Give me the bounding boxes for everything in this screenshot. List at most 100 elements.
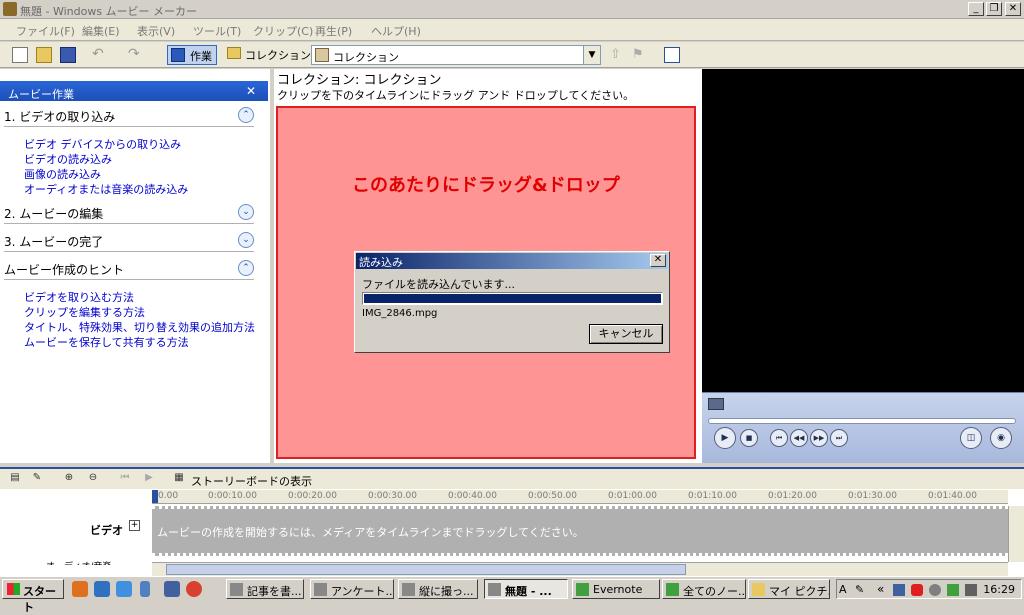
section-edit-label: 2. ムービーの編集 bbox=[4, 207, 104, 221]
link-import-audio[interactable]: オーディオまたは音楽の読み込み bbox=[24, 181, 188, 197]
timeline-horizontal-scrollbar[interactable] bbox=[152, 562, 1008, 576]
show-hidden-icons[interactable]: « bbox=[877, 582, 884, 596]
clock[interactable]: 16:29 bbox=[983, 583, 1015, 596]
cancel-button[interactable]: キャンセル bbox=[589, 324, 663, 344]
menu-help[interactable]: ヘルプ(H) bbox=[371, 23, 421, 39]
app-icon bbox=[402, 583, 415, 596]
start-button[interactable]: スタート bbox=[2, 579, 64, 614]
taskbar-item[interactable]: 記事を書... bbox=[226, 579, 304, 599]
close-icon[interactable]: ✕ bbox=[246, 84, 256, 98]
expand-track-icon[interactable]: + bbox=[129, 520, 140, 531]
tray-icon[interactable] bbox=[911, 584, 923, 596]
volume-icon[interactable] bbox=[965, 584, 977, 596]
forward-icon[interactable]: ▶▶ bbox=[810, 429, 828, 447]
play-timeline-icon[interactable]: ▶ bbox=[142, 472, 156, 486]
link-tip-capture[interactable]: ビデオを取り込む方法 bbox=[24, 289, 134, 305]
storyboard-toggle[interactable]: ストーリーボードの表示 bbox=[191, 473, 312, 489]
taskbar-item[interactable]: アンケート... bbox=[310, 579, 394, 599]
ie-icon[interactable] bbox=[116, 581, 132, 597]
chevron-up-icon[interactable]: ⌃ bbox=[238, 260, 254, 276]
rewind-icon[interactable]: ◀◀ bbox=[790, 429, 808, 447]
ime-indicator[interactable]: A bbox=[839, 583, 847, 596]
time-ruler[interactable]: 0.00 0:00:10.00 0:00:20.00 0:00:30.00 0:… bbox=[152, 490, 1008, 504]
new-collection-icon[interactable]: ⚑ bbox=[632, 47, 648, 63]
taskbar-item-label: マイ ピクチ... bbox=[769, 585, 829, 598]
link-import-pictures[interactable]: 画像の読み込み bbox=[24, 166, 101, 182]
link-import-video[interactable]: ビデオの読み込み bbox=[24, 151, 112, 167]
minimize-button[interactable]: _ bbox=[968, 2, 984, 16]
narrate-icon[interactable]: ✎ bbox=[30, 472, 44, 486]
tray-icon[interactable] bbox=[893, 584, 905, 596]
menu-file[interactable]: ファイル(F) bbox=[16, 23, 75, 39]
taskbar-item-active[interactable]: 無題 - ... bbox=[484, 579, 568, 599]
tray-icon[interactable] bbox=[947, 584, 959, 596]
storyboard-icon[interactable]: ▦ bbox=[172, 472, 186, 486]
views-icon[interactable] bbox=[664, 47, 680, 63]
fullscreen-icon[interactable] bbox=[708, 398, 724, 410]
link-tip-save[interactable]: ムービーを保存して共有する方法 bbox=[24, 334, 189, 350]
zoom-out-icon[interactable]: ⊖ bbox=[86, 472, 100, 486]
rewind-timeline-icon[interactable]: ⏮ bbox=[118, 472, 132, 486]
import-dialog: 読み込み ✕ ファイルを読み込んでいます... IMG_2846.mpg キャン… bbox=[354, 251, 670, 353]
collection-icon bbox=[315, 48, 329, 62]
taskbar-item-label: 縦に撮っ... bbox=[419, 585, 474, 598]
previous-frame-icon[interactable]: ⏮ bbox=[770, 429, 788, 447]
chevron-up-icon[interactable]: ⌃ bbox=[238, 107, 254, 123]
video-track[interactable]: ムービーの作成を開始するには、メディアをタイムラインまでドラッグしてください。 bbox=[152, 506, 1008, 556]
chevron-down-icon[interactable]: ⌄ bbox=[238, 204, 254, 220]
menu-view[interactable]: 表示(V) bbox=[137, 23, 175, 39]
new-project-icon[interactable] bbox=[12, 47, 28, 63]
tasks-button[interactable]: 作業 bbox=[167, 45, 217, 65]
section-capture[interactable]: 1. ビデオの取り込み ⌃ bbox=[4, 105, 254, 127]
quicklaunch-icon[interactable] bbox=[140, 581, 150, 597]
next-frame-icon[interactable]: ⏭ bbox=[830, 429, 848, 447]
redo-icon[interactable]: ↷ bbox=[128, 47, 144, 63]
menu-clip[interactable]: クリップ(C) bbox=[253, 23, 313, 39]
collection-combo[interactable]: コレクション ▼ bbox=[311, 45, 601, 65]
menu-play[interactable]: 再生(P) bbox=[315, 23, 352, 39]
up-level-icon[interactable]: ⇧ bbox=[610, 47, 626, 63]
ruler-tick: 0:00:50.00 bbox=[528, 491, 578, 501]
ruler-tick: 0:01:40.00 bbox=[928, 491, 978, 501]
taskbar-item[interactable]: Evernote bbox=[572, 579, 660, 599]
zoom-in-icon[interactable]: ⊕ bbox=[62, 472, 76, 486]
taskbar-item[interactable]: 縦に撮っ... bbox=[398, 579, 478, 599]
save-icon[interactable] bbox=[60, 47, 76, 63]
taskbar-item[interactable]: マイ ピクチ... bbox=[748, 579, 830, 599]
stop-icon[interactable]: ■ bbox=[740, 429, 758, 447]
chevron-down-icon[interactable]: ⌄ bbox=[238, 232, 254, 248]
collection-title: コレクション: コレクション bbox=[277, 73, 442, 88]
taskbar-item[interactable]: 全てのノー... bbox=[662, 579, 746, 599]
take-picture-icon[interactable]: ◉ bbox=[990, 427, 1012, 449]
firefox-icon[interactable] bbox=[72, 581, 88, 597]
split-clip-icon[interactable]: ◫ bbox=[960, 427, 982, 449]
timeline-vertical-scrollbar[interactable] bbox=[1008, 506, 1024, 562]
chrome-icon[interactable] bbox=[186, 581, 202, 597]
link-capture-device[interactable]: ビデオ デバイスからの取り込み bbox=[24, 136, 181, 152]
section-tips[interactable]: ムービー作成のヒント ⌃ bbox=[4, 258, 254, 280]
timeline-tracks-icon[interactable]: ▤ bbox=[8, 472, 22, 486]
chevron-down-icon[interactable]: ▼ bbox=[583, 46, 600, 64]
collections-button[interactable]: コレクション bbox=[227, 47, 311, 63]
ruler-tick: 0:01:10.00 bbox=[688, 491, 738, 501]
playhead[interactable] bbox=[152, 490, 158, 503]
link-tip-effects[interactable]: タイトル、特殊効果、切り替え効果の追加方法 bbox=[24, 319, 255, 335]
tray-icon[interactable] bbox=[929, 584, 941, 596]
open-project-icon[interactable] bbox=[36, 47, 52, 63]
undo-icon[interactable]: ↶ bbox=[92, 47, 108, 63]
section-edit[interactable]: 2. ムービーの編集 ⌄ bbox=[4, 202, 254, 224]
seek-bar[interactable] bbox=[708, 418, 1016, 424]
close-button[interactable]: ✕ bbox=[1005, 2, 1021, 16]
close-icon[interactable]: ✕ bbox=[650, 254, 666, 267]
scroll-thumb[interactable] bbox=[166, 564, 686, 575]
collections-label: コレクション bbox=[245, 49, 311, 62]
ime-tools-icon[interactable]: ✎ bbox=[855, 583, 864, 596]
messenger-icon[interactable] bbox=[94, 581, 110, 597]
restore-button[interactable]: ❐ bbox=[986, 2, 1002, 16]
menu-tools[interactable]: ツール(T) bbox=[193, 23, 241, 39]
play-icon[interactable]: ▶ bbox=[714, 427, 736, 449]
menu-edit[interactable]: 編集(E) bbox=[82, 23, 120, 39]
media-player-icon[interactable] bbox=[164, 581, 180, 597]
link-tip-edit[interactable]: クリップを編集する方法 bbox=[24, 304, 145, 320]
section-finish[interactable]: 3. ムービーの完了 ⌄ bbox=[4, 230, 254, 252]
